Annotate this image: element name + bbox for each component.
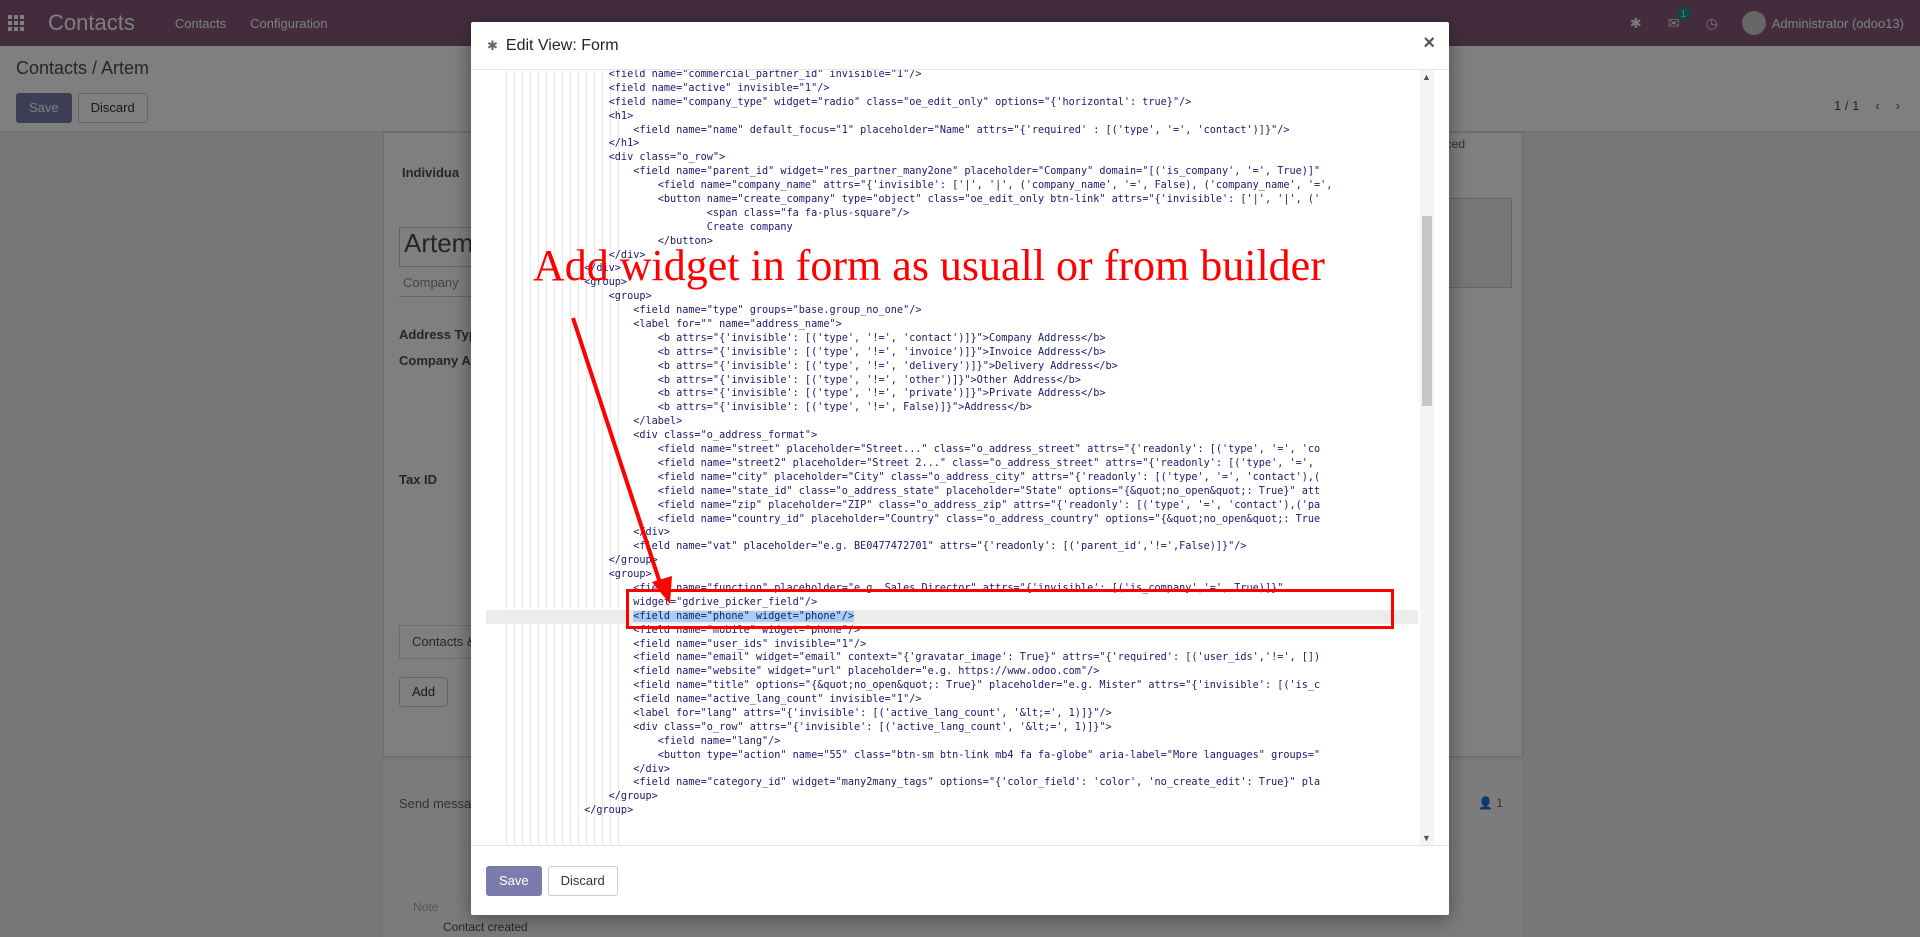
code-line[interactable]: <field name="website" widget="url" place… xyxy=(486,665,1418,679)
code-line[interactable]: </group> xyxy=(486,554,1418,568)
code-line[interactable]: <field name="city" placeholder="City" cl… xyxy=(486,471,1418,485)
dialog-footer: Save Discard xyxy=(471,845,1449,915)
code-line[interactable]: </h1> xyxy=(486,137,1418,151)
code-line[interactable]: <field name="user_ids" invisible="1"/> xyxy=(486,638,1418,652)
code-content[interactable]: <field name="commercial_partner_id" invi… xyxy=(486,70,1418,818)
dialog-title: Edit View: Form xyxy=(505,36,619,54)
code-line[interactable]: <field name="company_type" widget="radio… xyxy=(486,96,1418,110)
code-line[interactable]: <field name="active" invisible="1"/> xyxy=(486,82,1418,96)
code-line[interactable]: <field name="category_id" widget="many2m… xyxy=(486,776,1418,790)
code-line[interactable]: <b attrs="{'invisible': [('type', '!=', … xyxy=(486,401,1418,415)
edit-view-dialog: ✱ Edit View: Form × <field name="commerc… xyxy=(471,22,1449,915)
scroll-down-icon[interactable]: ▼ xyxy=(1422,833,1431,843)
bug-icon: ✱ xyxy=(487,37,498,53)
code-line[interactable]: <field name="parent_id" widget="res_part… xyxy=(486,165,1418,179)
code-line[interactable]: <field name="email" widget="email" conte… xyxy=(486,651,1418,665)
code-line[interactable]: <field name="state_id" class="o_address_… xyxy=(486,485,1418,499)
code-line[interactable]: </group> xyxy=(486,790,1418,804)
dialog-save-button[interactable]: Save xyxy=(486,865,542,896)
code-line[interactable]: <field name="commercial_partner_id" invi… xyxy=(486,70,1418,82)
close-icon[interactable]: × xyxy=(1423,32,1435,55)
code-line[interactable]: </label> xyxy=(486,415,1418,429)
code-line[interactable]: <span class="fa fa-plus-square"/> xyxy=(486,207,1418,221)
code-line[interactable]: </div> xyxy=(486,763,1418,777)
code-line[interactable]: <field name="zip" placeholder="ZIP" clas… xyxy=(486,499,1418,513)
editor-scrollbar[interactable]: ▲ ▼ xyxy=(1420,70,1434,845)
code-line[interactable]: <field name="type" groups="base.group_no… xyxy=(486,304,1418,318)
code-line[interactable]: <field name="active_lang_count" invisibl… xyxy=(486,693,1418,707)
code-line[interactable]: <field name="street" placeholder="Street… xyxy=(486,443,1418,457)
code-line[interactable]: <b attrs="{'invisible': [('type', '!=', … xyxy=(486,332,1418,346)
annotation-text: Add widget in form as usuall or from bui… xyxy=(533,241,1325,290)
code-line[interactable]: <label for="lang" attrs="{'invisible': [… xyxy=(486,707,1418,721)
code-line[interactable]: <field name="title" options="{&quot;no_o… xyxy=(486,679,1418,693)
code-line[interactable]: <div class="o_row"> xyxy=(486,151,1418,165)
code-line[interactable]: <button name="create_company" type="obje… xyxy=(486,193,1418,207)
code-line[interactable]: </div> xyxy=(486,526,1418,540)
code-line[interactable]: <b attrs="{'invisible': [('type', '!=', … xyxy=(486,360,1418,374)
code-line[interactable]: </group> xyxy=(486,804,1418,818)
code-line[interactable]: <group> xyxy=(486,290,1418,304)
code-line[interactable]: <div class="o_row" attrs="{'invisible': … xyxy=(486,721,1418,735)
code-line[interactable]: <field name="country_id" placeholder="Co… xyxy=(486,513,1418,527)
dialog-header: ✱ Edit View: Form × xyxy=(471,22,1449,70)
code-editor[interactable]: <field name="commercial_partner_id" invi… xyxy=(486,70,1434,845)
code-line[interactable]: Create company xyxy=(486,221,1418,235)
code-line[interactable]: <group> xyxy=(486,568,1418,582)
code-line[interactable]: <h1> xyxy=(486,110,1418,124)
code-line[interactable]: <b attrs="{'invisible': [('type', '!=', … xyxy=(486,387,1418,401)
code-line[interactable]: <field name="lang"/> xyxy=(486,735,1418,749)
code-line[interactable]: <field name="street2" placeholder="Stree… xyxy=(486,457,1418,471)
code-line[interactable]: <field name="name" default_focus="1" pla… xyxy=(486,124,1418,138)
code-line[interactable]: <button type="action" name="55" class="b… xyxy=(486,749,1418,763)
dialog-discard-button[interactable]: Discard xyxy=(547,865,618,896)
code-line[interactable]: <b attrs="{'invisible': [('type', '!=', … xyxy=(486,374,1418,388)
scroll-up-icon[interactable]: ▲ xyxy=(1422,72,1431,82)
scroll-thumb[interactable] xyxy=(1422,216,1432,406)
code-line[interactable]: <field name="vat" placeholder="e.g. BE04… xyxy=(486,540,1418,554)
code-line[interactable]: <label for="" name="address_name"> xyxy=(486,318,1418,332)
code-line[interactable]: <b attrs="{'invisible': [('type', '!=', … xyxy=(486,346,1418,360)
code-line[interactable]: <field name="company_name" attrs="{'invi… xyxy=(486,179,1418,193)
highlight-box xyxy=(626,589,1394,629)
code-line[interactable]: <div class="o_address_format"> xyxy=(486,429,1418,443)
